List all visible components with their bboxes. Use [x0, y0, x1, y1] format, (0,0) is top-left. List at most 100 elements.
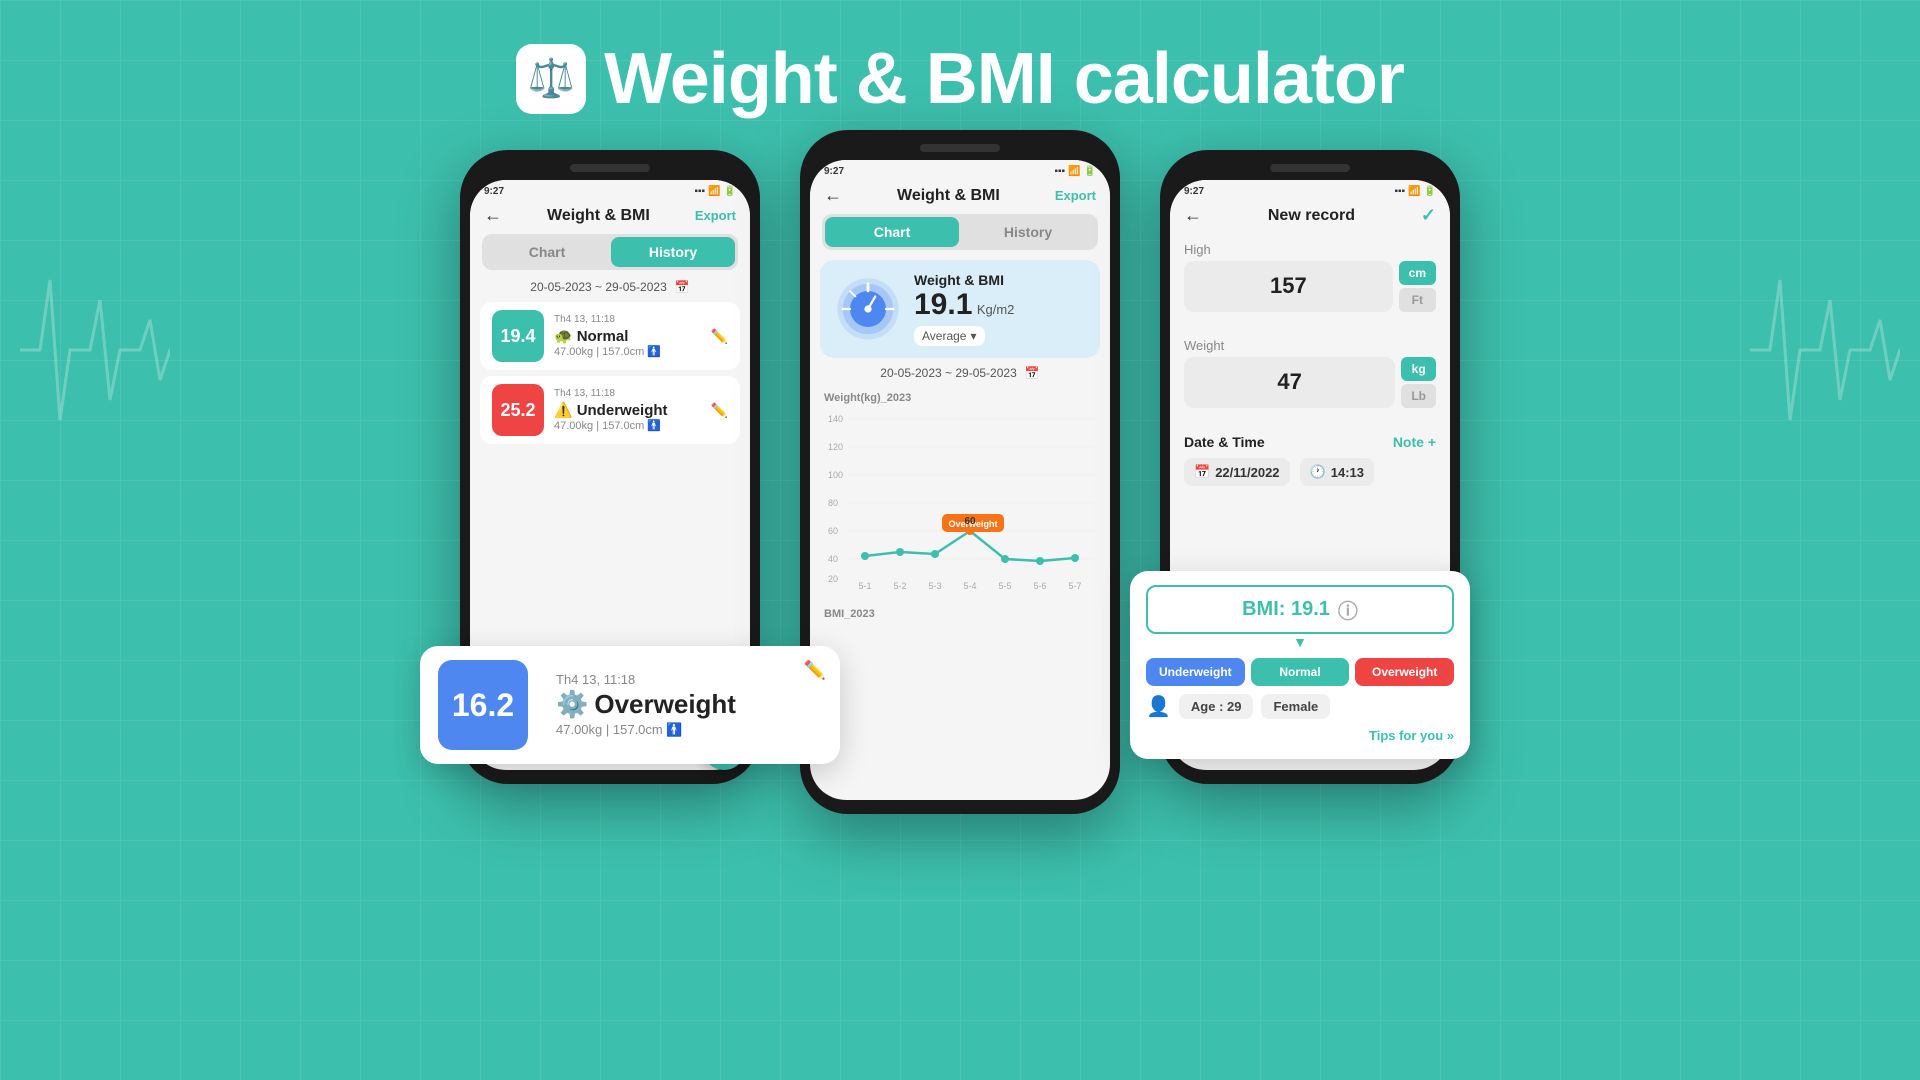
- status-emoji-2: ⚠️: [554, 401, 573, 419]
- scale-normal: Normal: [1251, 658, 1350, 686]
- tab-row-2: Chart History: [822, 214, 1098, 250]
- app-title-1: Weight & BMI: [547, 207, 650, 225]
- svg-text:60: 60: [828, 526, 838, 536]
- high-input[interactable]: 157: [1184, 261, 1393, 312]
- edit-icon-1[interactable]: ✏️: [711, 328, 728, 345]
- svg-text:5-2: 5-2: [893, 581, 906, 591]
- history-info-1: Th4 13, 11:18 🐢 Normal 47.00kg | 157.0cm…: [554, 314, 701, 358]
- svg-text:5-3: 5-3: [928, 581, 941, 591]
- datetime-section: Date & Time Note + 📅 22/11/2022 🕐 14:13: [1170, 426, 1450, 494]
- bmi-card-title: Weight & BMI: [914, 272, 1014, 288]
- high-section: High 157 cm Ft: [1170, 234, 1450, 330]
- back-arrow-icon-2[interactable]: ←: [824, 185, 842, 206]
- app-title-2: Weight & BMI: [897, 187, 1000, 205]
- phones-showcase: 9:27 ▪▪▪ 📶 🔋 ← Weight & BMI Export Chart…: [0, 150, 1920, 814]
- float-detail: 47.00kg | 157.0cm 🚹: [556, 722, 736, 738]
- tab-row-1: Chart History: [482, 234, 738, 270]
- export-btn-2[interactable]: Export: [1055, 188, 1096, 203]
- weight-input-row: 47 kg Lb: [1184, 357, 1436, 408]
- svg-text:20: 20: [828, 574, 838, 584]
- svg-text:100: 100: [828, 470, 843, 480]
- history-status-2: ⚠️ Underweight: [554, 401, 701, 419]
- page-title: Weight & BMI calculator: [604, 38, 1404, 120]
- scale-overweight: Overweight: [1355, 658, 1454, 686]
- info-icon[interactable]: ⓘ: [1338, 595, 1358, 624]
- back-arrow-icon[interactable]: ←: [484, 205, 502, 226]
- svg-text:5-5: 5-5: [998, 581, 1011, 591]
- history-status-1: 🐢 Normal: [554, 327, 701, 345]
- bmi-result-value: BMI: 19.1 ⓘ: [1146, 585, 1454, 634]
- high-label: High: [1184, 242, 1436, 257]
- bmi-gauge-icon: BMI: [832, 273, 904, 345]
- float-status: ⚙️ Overweight: [556, 689, 736, 720]
- svg-text:120: 120: [828, 442, 843, 452]
- unit-ft-btn[interactable]: Ft: [1399, 288, 1436, 312]
- tips-row: Tips for you »: [1146, 727, 1454, 745]
- svg-text:5-6: 5-6: [1033, 581, 1046, 591]
- bmi-chart-card: BMI Weight & BMI 19.1 Kg/m2 Average ▾: [820, 260, 1100, 358]
- weight-input[interactable]: 47: [1184, 357, 1395, 408]
- avg-badge: Average ▾: [914, 326, 985, 346]
- svg-text:5-7: 5-7: [1068, 581, 1081, 591]
- bmi-info: Weight & BMI 19.1 Kg/m2 Average ▾: [914, 272, 1014, 346]
- calendar-icon-2[interactable]: 📅: [1025, 366, 1040, 380]
- weight-section: Weight 47 kg Lb: [1170, 330, 1450, 426]
- unit-kg-btn[interactable]: kg: [1401, 357, 1436, 381]
- date-range-2: 20-05-2023 ~ 29-05-2023 📅: [810, 366, 1110, 380]
- svg-text:BMI: BMI: [861, 318, 874, 327]
- phone-2-statusbar: 9:27 ▪▪▪ 📶 🔋: [810, 160, 1110, 179]
- bmi-badge-2: 25.2: [492, 384, 544, 436]
- phone-1-statusbar: 9:27 ▪▪▪ 📶 🔋: [470, 180, 750, 199]
- battery-icon-3: 🔋: [1424, 186, 1436, 197]
- tab-history-1[interactable]: History: [611, 237, 735, 267]
- status-time-2: 9:27: [824, 166, 844, 177]
- calendar-icon-1[interactable]: 📅: [675, 280, 690, 294]
- clock-icon: 🕐: [1310, 464, 1326, 480]
- float-edit-icon[interactable]: ✏️: [804, 660, 826, 681]
- tab-history-2[interactable]: History: [961, 217, 1095, 247]
- history-detail-2: 47.00kg | 157.0cm 🚹: [554, 419, 701, 432]
- battery-icon-2: 🔋: [1084, 166, 1096, 177]
- time-value[interactable]: 🕐 14:13: [1300, 458, 1374, 486]
- phone-2-notch: [920, 144, 1000, 152]
- signal-icon-2: ▪▪▪: [1054, 166, 1065, 177]
- unit-cm-btn[interactable]: cm: [1399, 261, 1436, 285]
- dt-values: 📅 22/11/2022 🕐 14:13: [1184, 458, 1436, 486]
- date-value[interactable]: 📅 22/11/2022: [1184, 458, 1290, 486]
- age-badge: Age : 29: [1179, 694, 1254, 719]
- status-emoji-1: 🐢: [554, 327, 573, 345]
- tips-link[interactable]: Tips for you »: [1369, 728, 1454, 743]
- battery-icon: 🔋: [724, 186, 736, 197]
- edit-icon-2[interactable]: ✏️: [711, 402, 728, 419]
- checkmark-icon[interactable]: ✓: [1421, 205, 1436, 226]
- chart-label-bmi: BMI_2023: [810, 604, 1110, 626]
- tab-chart-2[interactable]: Chart: [825, 217, 959, 247]
- float-card-info: Th4 13, 11:18 ⚙️ Overweight 47.00kg | 15…: [556, 672, 736, 738]
- phone-1-appheader: ← Weight & BMI Export: [470, 199, 750, 234]
- app-icon: ⚖️: [516, 44, 586, 114]
- wifi-icon: 📶: [708, 186, 720, 197]
- back-arrow-icon-3[interactable]: ←: [1184, 205, 1202, 226]
- float-card-overweight: ✏️ 16.2 Th4 13, 11:18 ⚙️ Overweight 47.0…: [420, 646, 840, 764]
- bmi-scale-row: Underweight Normal Overweight: [1146, 658, 1454, 686]
- high-input-row: 157 cm Ft: [1184, 261, 1436, 312]
- datetime-row: Date & Time Note +: [1184, 434, 1436, 450]
- history-item-2[interactable]: 25.2 Th4 13, 11:18 ⚠️ Underweight 47.00k…: [480, 376, 740, 444]
- wifi-icon-3: 📶: [1408, 186, 1420, 197]
- export-btn-1[interactable]: Export: [695, 208, 736, 223]
- bmi-main-value: 19.1: [914, 288, 972, 321]
- weight-unit-col: kg Lb: [1401, 357, 1436, 408]
- status-icons: ▪▪▪ 📶 🔋: [694, 186, 736, 197]
- person-info-row: 👤 Age : 29 Female: [1146, 694, 1454, 719]
- tab-chart-1[interactable]: Chart: [485, 237, 609, 267]
- bmi-badge-1: 19.4: [492, 310, 544, 362]
- unit-lb-btn[interactable]: Lb: [1401, 384, 1436, 408]
- phone-3-statusbar: 9:27 ▪▪▪ 📶 🔋: [1170, 180, 1450, 199]
- high-unit-col: cm Ft: [1399, 261, 1436, 312]
- history-item-1[interactable]: 19.4 Th4 13, 11:18 🐢 Normal 47.00kg | 15…: [480, 302, 740, 370]
- note-btn[interactable]: Note +: [1393, 434, 1436, 450]
- phone-2-screen: 9:27 ▪▪▪ 📶 🔋 ← Weight & BMI Export Chart…: [810, 160, 1110, 800]
- chevron-down-icon: ▾: [970, 329, 976, 343]
- svg-text:140: 140: [828, 414, 843, 424]
- float-date: Th4 13, 11:18: [556, 672, 736, 687]
